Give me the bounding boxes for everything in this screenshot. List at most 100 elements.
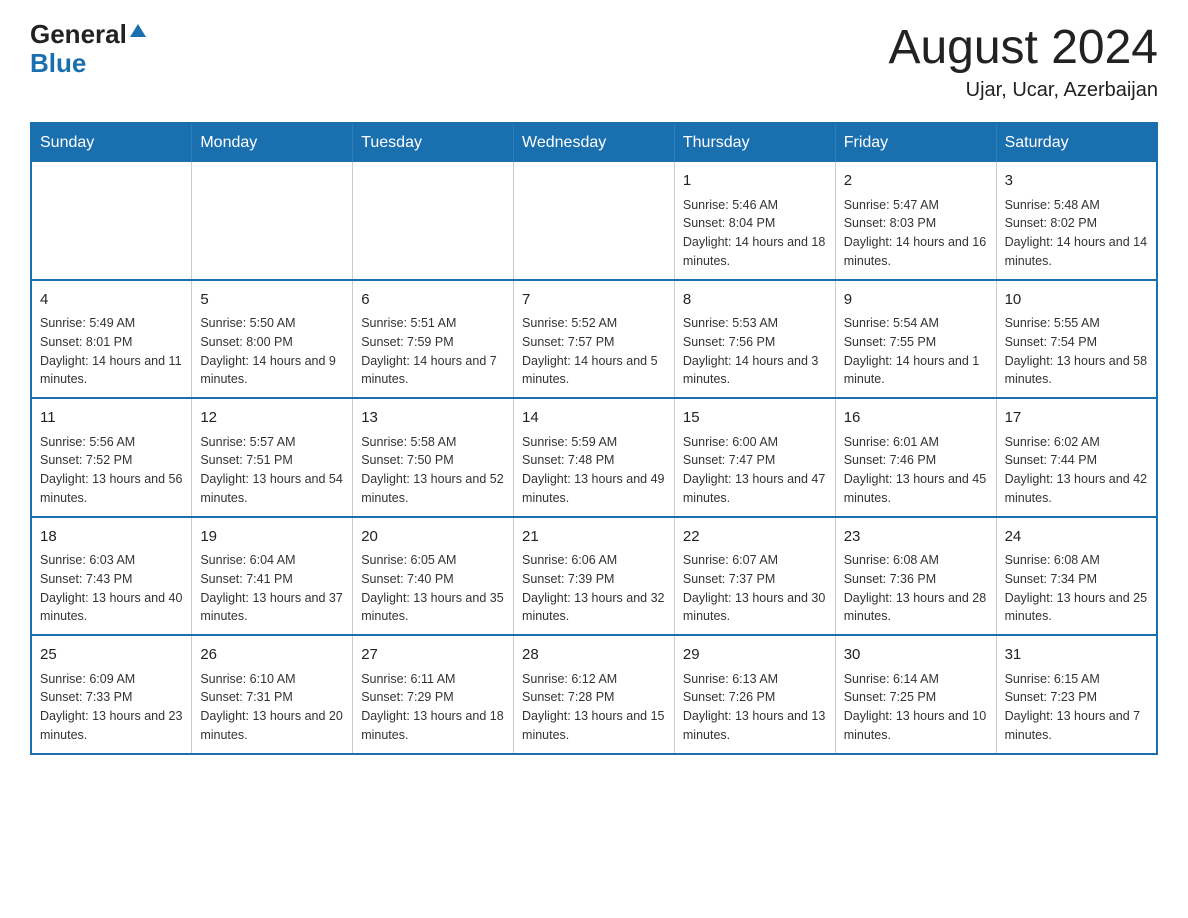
calendar-day-cell: 11 Sunrise: 5:56 AM Sunset: 7:52 PM Dayli… [31,398,192,517]
day-info-text: Sunrise: 5:56 AM Sunset: 7:52 PM Dayligh… [40,433,183,508]
day-number: 16 [844,407,988,430]
calendar-day-cell: 26Sunrise: 6:10 AM Sunset: 7:31 PM Dayli… [192,635,353,754]
calendar-table: SundayMondayTuesdayWednesdayThursdayFrid… [30,122,1158,755]
day-info-text: Sunrise: 6:05 AM Sunset: 7:40 PM Dayligh… [361,551,505,626]
logo-general-text: General [30,20,127,49]
title-section: August 2024 Ujar, Ucar, Azerbaijan [888,20,1158,102]
day-number: 21 [522,526,666,549]
day-number: 24 [1005,526,1148,549]
day-number: 13 [361,407,505,430]
day-number: 12 [200,407,344,430]
calendar-day-cell: 6Sunrise: 5:51 AM Sunset: 7:59 PM Daylig… [353,280,514,399]
calendar-day-cell: 2 Sunrise: 5:47 AM Sunset: 8:03 PM Daylig… [835,162,996,280]
calendar-day-cell: 29 Sunrise: 6:13 AM Sunset: 7:26 PM Dayli… [674,635,835,754]
day-of-week-header: Saturday [996,123,1157,162]
day-info-text: Sunrise: 6:13 AM Sunset: 7:26 PM Dayligh… [683,670,827,745]
calendar-day-cell: 22Sunrise: 6:07 AM Sunset: 7:37 PM Dayli… [674,517,835,636]
day-number: 1 [683,170,827,193]
day-info-text: Sunrise: 6:01 AM Sunset: 7:46 PM Dayligh… [844,433,988,508]
day-info-text: Sunrise: 5:59 AM Sunset: 7:48 PM Dayligh… [522,433,666,508]
day-info-text: Sunrise: 5:52 AM Sunset: 7:57 PM Dayligh… [522,314,666,389]
day-of-week-header: Thursday [674,123,835,162]
day-info-text: Sunrise: 5:50 AM Sunset: 8:00 PM Dayligh… [200,314,344,389]
day-number: 30 [844,644,988,667]
day-number: 28 [522,644,666,667]
calendar-day-cell [514,162,675,280]
calendar-day-cell [31,162,192,280]
day-number: 2 [844,170,988,193]
calendar-day-cell: 10Sunrise: 5:55 AM Sunset: 7:54 PM Dayli… [996,280,1157,399]
calendar-day-cell: 8Sunrise: 5:53 AM Sunset: 7:56 PM Daylig… [674,280,835,399]
calendar-week-row: 1 Sunrise: 5:46 AM Sunset: 8:04 PM Daylig… [31,162,1157,280]
logo-triangle-icon [130,24,146,37]
day-number: 20 [361,526,505,549]
day-number: 17 [1005,407,1148,430]
day-info-text: Sunrise: 5:46 AM Sunset: 8:04 PM Dayligh… [683,196,827,271]
day-info-text: Sunrise: 6:00 AM Sunset: 7:47 PM Dayligh… [683,433,827,508]
day-number: 9 [844,289,988,312]
calendar-day-cell: 23Sunrise: 6:08 AM Sunset: 7:36 PM Dayli… [835,517,996,636]
calendar-week-row: 25 Sunrise: 6:09 AM Sunset: 7:33 PM Dayli… [31,635,1157,754]
day-info-text: Sunrise: 6:03 AM Sunset: 7:43 PM Dayligh… [40,551,183,626]
calendar-day-cell: 30 Sunrise: 6:14 AM Sunset: 7:25 PM Dayli… [835,635,996,754]
day-info-text: Sunrise: 6:15 AM Sunset: 7:23 PM Dayligh… [1005,670,1148,745]
day-info-text: Sunrise: 6:09 AM Sunset: 7:33 PM Dayligh… [40,670,183,745]
day-info-text: Sunrise: 5:47 AM Sunset: 8:03 PM Dayligh… [844,196,988,271]
day-info-text: Sunrise: 6:08 AM Sunset: 7:34 PM Dayligh… [1005,551,1148,626]
day-number: 23 [844,526,988,549]
calendar-day-cell: 12 Sunrise: 5:57 AM Sunset: 7:51 PM Dayli… [192,398,353,517]
day-number: 7 [522,289,666,312]
calendar-day-cell: 19Sunrise: 6:04 AM Sunset: 7:41 PM Dayli… [192,517,353,636]
day-of-week-header: Wednesday [514,123,675,162]
day-number: 11 [40,407,183,430]
calendar-day-cell: 28 Sunrise: 6:12 AM Sunset: 7:28 PM Dayli… [514,635,675,754]
day-number: 3 [1005,170,1148,193]
day-info-text: Sunrise: 6:14 AM Sunset: 7:25 PM Dayligh… [844,670,988,745]
calendar-day-cell: 1 Sunrise: 5:46 AM Sunset: 8:04 PM Daylig… [674,162,835,280]
calendar-day-cell: 18Sunrise: 6:03 AM Sunset: 7:43 PM Dayli… [31,517,192,636]
day-number: 29 [683,644,827,667]
day-number: 22 [683,526,827,549]
day-of-week-header: Sunday [31,123,192,162]
day-info-text: Sunrise: 6:12 AM Sunset: 7:28 PM Dayligh… [522,670,666,745]
day-info-text: Sunrise: 6:04 AM Sunset: 7:41 PM Dayligh… [200,551,344,626]
day-info-text: Sunrise: 6:02 AM Sunset: 7:44 PM Dayligh… [1005,433,1148,508]
day-of-week-header: Friday [835,123,996,162]
day-info-text: Sunrise: 6:11 AM Sunset: 7:29 PM Dayligh… [361,670,505,745]
calendar-day-cell: 5Sunrise: 5:50 AM Sunset: 8:00 PM Daylig… [192,280,353,399]
calendar-day-cell: 3 Sunrise: 5:48 AM Sunset: 8:02 PM Daylig… [996,162,1157,280]
day-info-text: Sunrise: 5:57 AM Sunset: 7:51 PM Dayligh… [200,433,344,508]
calendar-week-row: 4Sunrise: 5:49 AM Sunset: 8:01 PM Daylig… [31,280,1157,399]
location-label: Ujar, Ucar, Azerbaijan [888,79,1158,102]
calendar-day-cell: 27 Sunrise: 6:11 AM Sunset: 7:29 PM Dayli… [353,635,514,754]
day-number: 27 [361,644,505,667]
day-of-week-header: Monday [192,123,353,162]
day-number: 31 [1005,644,1148,667]
calendar-day-cell: 7Sunrise: 5:52 AM Sunset: 7:57 PM Daylig… [514,280,675,399]
calendar-day-cell: 21Sunrise: 6:06 AM Sunset: 7:39 PM Dayli… [514,517,675,636]
day-info-text: Sunrise: 6:06 AM Sunset: 7:39 PM Dayligh… [522,551,666,626]
calendar-day-cell: 31 Sunrise: 6:15 AM Sunset: 7:23 PM Dayli… [996,635,1157,754]
day-info-text: Sunrise: 5:49 AM Sunset: 8:01 PM Dayligh… [40,314,183,389]
day-number: 5 [200,289,344,312]
calendar-week-row: 18Sunrise: 6:03 AM Sunset: 7:43 PM Dayli… [31,517,1157,636]
calendar-day-cell: 4Sunrise: 5:49 AM Sunset: 8:01 PM Daylig… [31,280,192,399]
day-number: 10 [1005,289,1148,312]
calendar-week-row: 11 Sunrise: 5:56 AM Sunset: 7:52 PM Dayli… [31,398,1157,517]
day-number: 18 [40,526,183,549]
day-number: 8 [683,289,827,312]
calendar-day-cell [353,162,514,280]
day-number: 15 [683,407,827,430]
month-title: August 2024 [888,20,1158,75]
calendar-day-cell: 16 Sunrise: 6:01 AM Sunset: 7:46 PM Dayli… [835,398,996,517]
logo: General Blue [30,20,146,77]
calendar-day-cell [192,162,353,280]
calendar-header-row: SundayMondayTuesdayWednesdayThursdayFrid… [31,123,1157,162]
calendar-day-cell: 25 Sunrise: 6:09 AM Sunset: 7:33 PM Dayli… [31,635,192,754]
day-info-text: Sunrise: 5:48 AM Sunset: 8:02 PM Dayligh… [1005,196,1148,271]
day-number: 4 [40,289,183,312]
calendar-day-cell: 20Sunrise: 6:05 AM Sunset: 7:40 PM Dayli… [353,517,514,636]
calendar-day-cell: 24Sunrise: 6:08 AM Sunset: 7:34 PM Dayli… [996,517,1157,636]
day-number: 25 [40,644,183,667]
day-number: 6 [361,289,505,312]
